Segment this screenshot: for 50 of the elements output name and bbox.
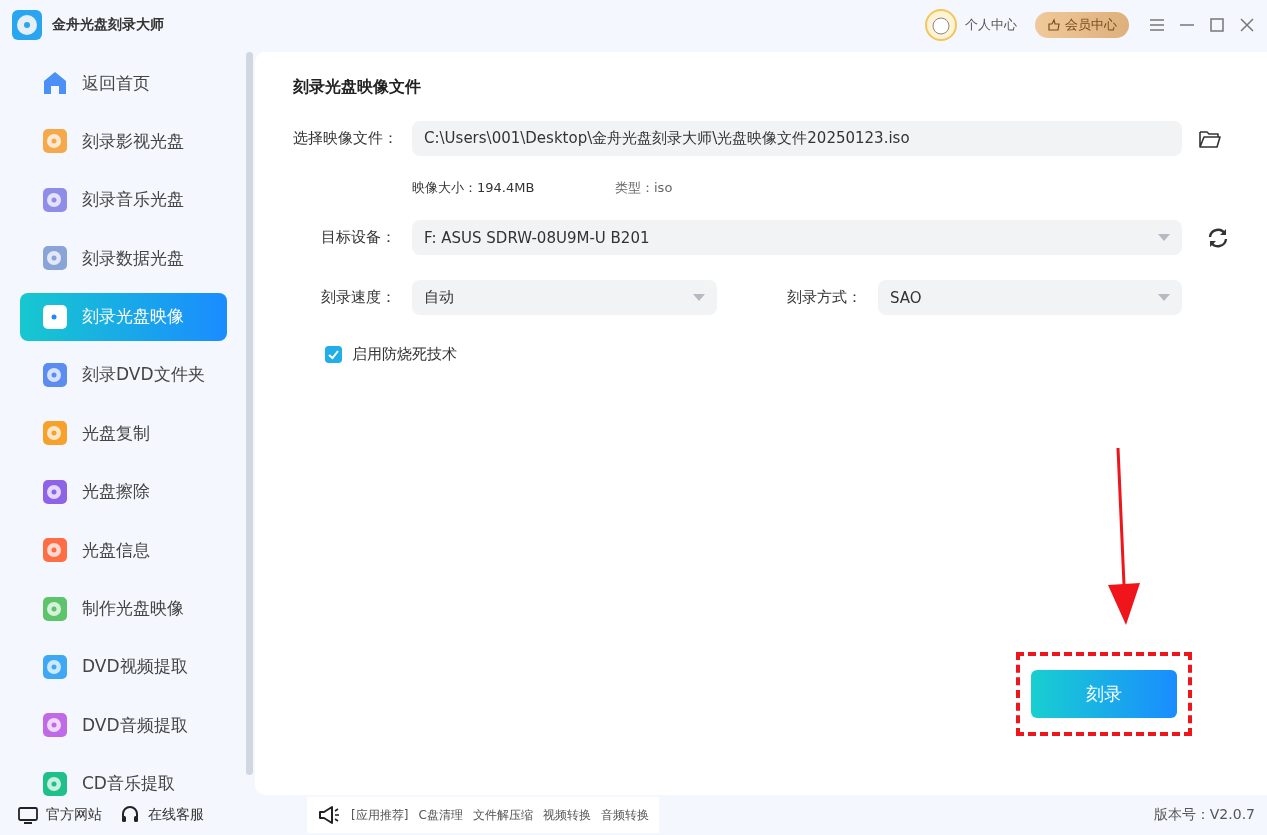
field-label: 目标设备： (320, 228, 396, 247)
version-text: 版本号：V2.0.7 (1153, 806, 1255, 824)
megaphone-icon (317, 803, 341, 827)
mode-dropdown[interactable]: SAO (878, 280, 1182, 315)
checkbox[interactable] (325, 346, 342, 363)
scrollbar[interactable] (246, 52, 253, 775)
user-center-link[interactable]: 个人中心 (965, 16, 1017, 34)
sidebar-item[interactable]: DVD音频提取 (20, 705, 227, 746)
promo-link[interactable]: [应用推荐] (351, 806, 409, 824)
caret-icon (1158, 293, 1170, 302)
field-label: 刻录速度： (320, 288, 396, 307)
sidebar-item[interactable]: DVD视频提取 (20, 646, 227, 687)
image-type-text: 类型：iso (615, 179, 673, 197)
website-link[interactable]: 官方网站 (46, 806, 102, 824)
headset-icon[interactable] (120, 805, 140, 825)
sidebar-item[interactable]: 刻录DVD文件夹 (20, 354, 227, 395)
promo-link[interactable]: 文件解压缩 (472, 806, 533, 824)
sidebar-item[interactable]: 刻录音乐光盘 (20, 179, 227, 220)
speed-dropdown[interactable]: 自动 (412, 280, 717, 315)
field-label: 选择映像文件： (293, 129, 396, 148)
close-icon[interactable] (1239, 17, 1255, 33)
home-icon (42, 70, 68, 96)
sidebar-item[interactable]: 刻录影视光盘 (20, 121, 227, 162)
crown-icon (1047, 18, 1061, 32)
promo-link[interactable]: 视频转换 (542, 806, 591, 824)
sidebar-item[interactable]: 光盘复制 (20, 413, 227, 454)
promo-link[interactable]: 音频转换 (600, 806, 649, 824)
sidebar-item[interactable]: 光盘信息 (20, 530, 227, 571)
caret-icon (1158, 233, 1170, 242)
field-label: 刻录方式： (786, 288, 862, 307)
sidebar-item[interactable]: 返回首页 (20, 63, 227, 103)
app-logo-icon (12, 10, 42, 40)
file-path-field[interactable]: C:\Users\001\Desktop\金舟光盘刻录大师\光盘映像文件20250123.iso (412, 121, 1182, 156)
maximize-icon[interactable] (1209, 17, 1225, 33)
sidebar-item[interactable]: CD音乐提取 (20, 763, 227, 804)
caret-icon (693, 293, 705, 302)
sidebar-item[interactable]: 刻录数据光盘 (20, 238, 227, 279)
device-dropdown[interactable]: F: ASUS SDRW-08U9M-U B201 (412, 220, 1182, 255)
promo-link[interactable]: C盘清理 (418, 806, 463, 824)
avatar-icon[interactable] (925, 9, 957, 41)
vip-button[interactable]: 会员中心 (1035, 12, 1129, 38)
sidebar-item[interactable]: 光盘擦除 (20, 471, 227, 512)
monitor-icon[interactable] (18, 805, 38, 825)
menu-icon[interactable] (1149, 17, 1165, 33)
sidebar-item[interactable]: 制作光盘映像 (20, 588, 227, 629)
app-title: 金舟光盘刻录大师 (52, 16, 164, 34)
checkbox-label: 启用防烧死技术 (352, 345, 457, 364)
support-link[interactable]: 在线客服 (148, 806, 204, 824)
image-size-text: 映像大小：194.4MB (412, 179, 536, 197)
panel-title: 刻录光盘映像文件 (293, 77, 422, 98)
